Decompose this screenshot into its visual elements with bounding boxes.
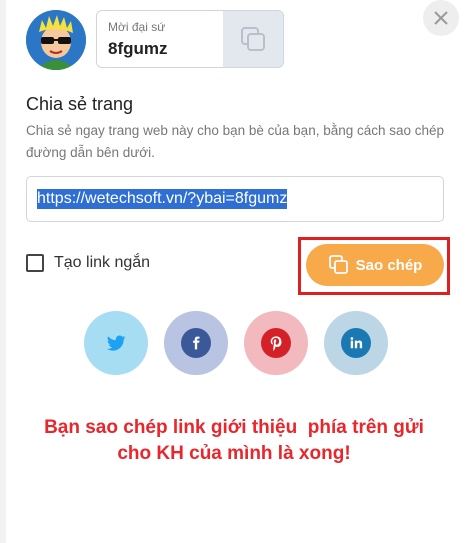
share-linkedin-button[interactable] [324,311,388,375]
instruction-annotation: Bạn sao chép link giới thiệu phía trên g… [0,415,468,467]
page-title: Chia sẻ trang [26,94,134,114]
pinterest-p-glyph [270,336,282,351]
copy-icon [241,27,265,51]
short-link-checkbox[interactable] [26,254,44,272]
share-url-field[interactable]: https://wetechsoft.vn/?ybai=8fgumz [26,176,444,222]
referral-code: 8fgumz [108,39,168,58]
copy-referral-button[interactable] [223,11,283,67]
pinterest-icon [261,328,291,358]
share-pinterest-button[interactable] [244,311,308,375]
short-link-option[interactable]: Tạo link ngắn [26,254,150,272]
facebook-f-glyph [193,336,200,350]
short-link-label: Tạo link ngắn [54,254,151,271]
share-twitter-button[interactable] [84,311,148,375]
instruction-line-2: cho KH của mình là xong! [117,443,351,464]
avatar [26,10,86,70]
referral-code-box: Mời đại sứ 8fgumz [96,10,284,68]
cartoon-avatar-icon [26,10,86,70]
facebook-icon [181,328,211,358]
referral-label: Mời đại sứ [108,20,166,34]
linkedin-icon [341,328,371,358]
linkedin-in-glyph [350,337,363,349]
instruction-line-1: Bạn sao chép link giới thiệu phía trên g… [44,417,424,438]
copy-link-button[interactable]: Sao chép [306,244,444,286]
close-button[interactable] [423,0,459,36]
share-url-text[interactable]: https://wetechsoft.vn/?ybai=8fgumz [37,189,288,209]
share-facebook-button[interactable] [164,311,228,375]
copy-button-label: Sao chép [355,256,423,274]
twitter-icon [106,335,126,351]
copy-icon [328,255,348,274]
close-icon [434,11,448,25]
share-description: Chia sẻ ngay trang web này cho bạn bè củ… [26,123,445,160]
